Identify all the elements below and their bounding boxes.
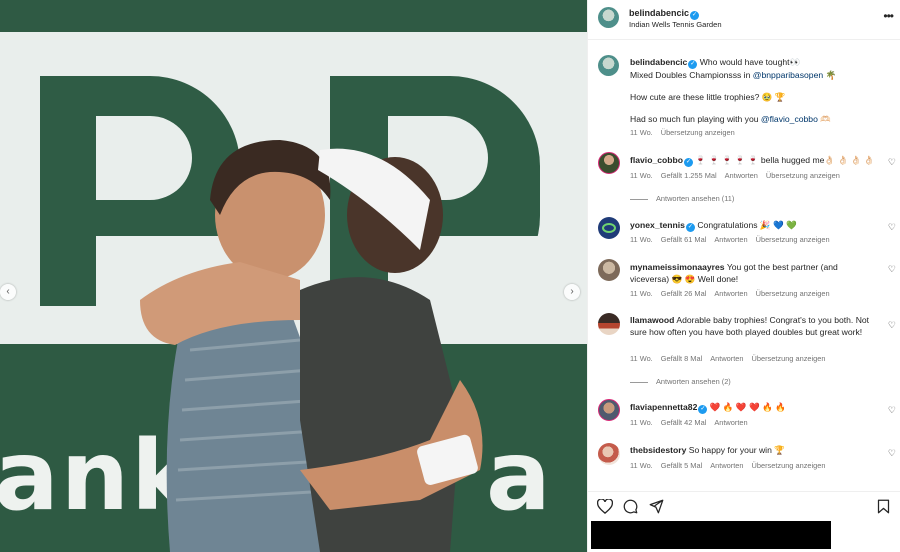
comment-text: yonex_tennis ✓ Congratulations 🎉 💙 💚 [630, 219, 878, 232]
avatar[interactable] [598, 152, 620, 174]
caption-line-2: Mixed Doubles Championsss in [630, 70, 753, 80]
bookmark-icon[interactable] [877, 499, 890, 514]
translate-link[interactable]: Übersetzung anzeigen [766, 171, 840, 180]
post-photo[interactable]: ank a ‹ › [0, 0, 587, 552]
comment-body: 🍷 🍷 🍷 🍷 🍷 bella hugged me👌🏻 👌🏻 👌🏻 👌🏻 [695, 155, 875, 165]
comment-meta: 11 Wo. Gefällt 42 Mal Antworten [630, 418, 756, 427]
caption-text: belindabencic ✓ Who would have tought👀 Mi… [630, 56, 878, 125]
verified-badge-icon: ✓ [690, 11, 700, 20]
comment-username[interactable]: flavio_cobbo [630, 155, 683, 165]
chevron-right-icon[interactable]: › [564, 284, 580, 300]
caption-meta: 11 Wo. Übersetzung anzeigen [630, 128, 743, 137]
hugging-players-illustration [140, 140, 483, 552]
comment-likes[interactable]: Gefällt 5 Mal [661, 461, 703, 470]
comment-username[interactable]: thebsidestory [630, 445, 686, 455]
yonex-logo-icon [602, 223, 616, 233]
comment-text: llamawood Adorable baby trophies! Congra… [630, 314, 878, 338]
post-author-username[interactable]: belindabencic [629, 8, 689, 18]
comment-body: Congratulations 🎉 💙 💚 [697, 220, 797, 230]
caption-line-3: How cute are these little trophies? 🥹 🏆 [630, 92, 786, 102]
comment-like-heart-icon[interactable]: ♡ [888, 157, 896, 168]
chevron-left-icon[interactable]: ‹ [0, 284, 16, 300]
caption-line-1: Who would have tought👀 [699, 57, 801, 67]
comment-likes[interactable]: Gefällt 8 Mal [661, 354, 703, 363]
comment-likes[interactable]: Gefällt 42 Mal [661, 418, 707, 427]
comment-likes[interactable]: Gefällt 26 Mal [661, 289, 707, 298]
comment-likes[interactable]: Gefällt 61 Mal [661, 235, 707, 244]
comment-body: ❤️ 🔥 ❤️ ❤️ 🔥 🔥 [709, 402, 786, 412]
comment-like-heart-icon[interactable]: ♡ [888, 448, 896, 459]
mention-link[interactable]: @flavio_cobbo [761, 114, 818, 124]
comment-like-heart-icon[interactable]: ♡ [888, 264, 896, 275]
reply-button[interactable]: Antworten [710, 461, 743, 470]
translate-link[interactable]: Übersetzung anzeigen [661, 128, 735, 137]
verified-badge-icon: ✓ [688, 60, 698, 69]
post-location[interactable]: Indian Wells Tennis Garden [629, 20, 722, 29]
translate-link[interactable]: Übersetzung anzeigen [756, 289, 830, 298]
comment-age: 11 Wo. [630, 235, 653, 244]
comment-age: 11 Wo. [630, 354, 653, 363]
comment-meta: 11 Wo. Gefällt 5 Mal Antworten Übersetzung … [630, 461, 833, 470]
translate-link[interactable]: Übersetzung anzeigen [752, 461, 826, 470]
verified-badge-icon: ✓ [684, 158, 694, 167]
post-sidebar: belindabencic ✓ Indian Wells Tennis Garde… [587, 0, 900, 552]
translate-link[interactable]: Übersetzung anzeigen [756, 235, 830, 244]
comment-like-heart-icon[interactable]: ♡ [888, 222, 896, 233]
comment-meta: 11 Wo. Gefällt 26 Mal Antworten Übersetzung… [630, 289, 838, 298]
avatar[interactable] [598, 55, 619, 76]
comment-icon[interactable] [623, 499, 638, 514]
comment-like-heart-icon[interactable]: ♡ [888, 405, 896, 416]
reply-button[interactable]: Antworten [710, 354, 743, 363]
avatar[interactable] [598, 7, 619, 28]
mention-link[interactable]: @bnpparibasopen [753, 70, 823, 80]
post-header: belindabencic ✓ Indian Wells Tennis Garde… [588, 0, 900, 40]
reply-button[interactable]: Antworten [714, 418, 747, 427]
verified-badge-icon: ✓ [698, 405, 708, 414]
caption-username[interactable]: belindabencic [630, 57, 687, 67]
avatar[interactable] [598, 313, 620, 335]
comment-age: 11 Wo. [630, 289, 653, 298]
comment-body: So happy for your win 🏆 [688, 445, 785, 455]
comment-meta: 11 Wo. Gefällt 61 Mal Antworten Übersetzung… [630, 235, 838, 244]
comment-username[interactable]: mynameissimonaayres [630, 262, 725, 272]
post-action-bar [588, 491, 900, 519]
caption-age: 11 Wo. [630, 128, 653, 137]
caption-line-2-suffix: 🌴 [823, 70, 837, 80]
comment-age: 11 Wo. [630, 461, 653, 470]
comment-meta: 11 Wo. Gefällt 8 Mal Antworten Übersetzung … [630, 354, 833, 363]
woman-top [300, 277, 460, 552]
avatar[interactable] [598, 259, 620, 281]
comment-username[interactable]: flaviapennetta82 [630, 402, 697, 412]
reply-button[interactable]: Antworten [725, 171, 758, 180]
comment-text: flaviapennetta82 ✓ ❤️ 🔥 ❤️ ❤️ 🔥 🔥 [630, 401, 878, 414]
comment-like-heart-icon[interactable]: ♡ [888, 320, 896, 331]
comment-meta: 11 Wo. Gefällt 1.255 Mal Antworten Übersetz… [630, 171, 848, 180]
comment-text: thebsidestory So happy for your win 🏆 [630, 444, 878, 456]
heart-icon[interactable] [597, 499, 613, 514]
view-replies-button[interactable]: Antworten ansehen (11) [630, 194, 734, 203]
translate-link[interactable]: Übersetzung anzeigen [752, 354, 826, 363]
caption-line-4: Had so much fun playing with you [630, 114, 761, 124]
comment-age: 11 Wo. [630, 418, 653, 427]
caption-line-4-suffix: 🫶🏻 [817, 114, 831, 124]
comment-text: flavio_cobbo ✓ 🍷 🍷 🍷 🍷 🍷 bella hugged me👌… [630, 154, 878, 167]
redacted-bar [591, 521, 831, 549]
comment-age: 11 Wo. [630, 171, 653, 180]
avatar[interactable] [598, 399, 620, 421]
comment-username[interactable]: llamawood [630, 315, 674, 325]
share-icon[interactable] [649, 499, 664, 514]
view-replies-button[interactable]: Antworten ansehen (2) [630, 377, 731, 386]
avatar[interactable] [598, 443, 620, 465]
reply-button[interactable]: Antworten [714, 289, 747, 298]
verified-badge-icon: ✓ [685, 223, 695, 232]
comment-likes[interactable]: Gefällt 1.255 Mal [661, 171, 717, 180]
comment-text: mynameissimonaayres You got the best par… [630, 261, 878, 285]
more-horizontal-icon[interactable]: ••• [883, 9, 894, 23]
comment-username[interactable]: yonex_tennis [630, 220, 685, 230]
reply-button[interactable]: Antworten [714, 235, 747, 244]
